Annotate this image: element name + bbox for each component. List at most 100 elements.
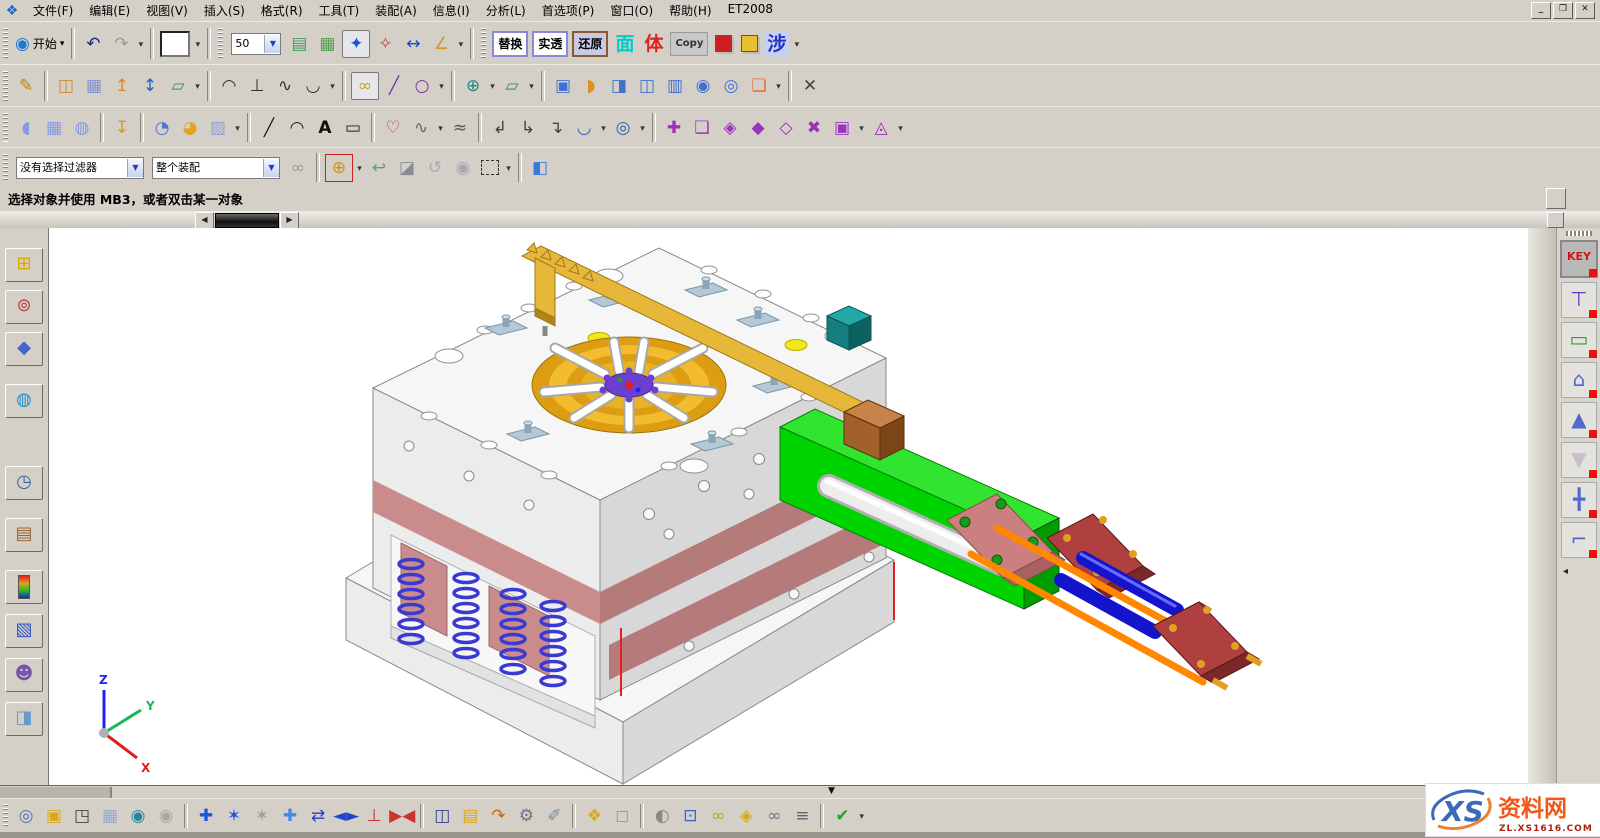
overflow-arrow-icon[interactable]: ▾	[856, 803, 867, 829]
relations-browser-icon[interactable]: ∞	[761, 803, 787, 829]
pull-face-icon[interactable]: ❏	[689, 115, 715, 141]
boss-icon[interactable]: ◎	[718, 73, 744, 99]
move-component-icon[interactable]: ⇄	[305, 803, 331, 829]
offset-surface-icon[interactable]: ↧	[109, 115, 135, 141]
line-icon[interactable]: ╱	[381, 73, 407, 99]
mirror-assembly-icon[interactable]: ▶◀	[389, 803, 415, 829]
interpart-link-icon[interactable]: ∞	[705, 803, 731, 829]
stretch-sheet-icon[interactable]: ↕	[137, 73, 163, 99]
menu-analysis[interactable]: 分析(L)	[478, 0, 534, 21]
overflow-arrow-icon[interactable]: ▾	[487, 73, 498, 99]
overflow-arrow-icon[interactable]: ▾	[791, 31, 802, 57]
menu-preferences[interactable]: 首选项(P)	[534, 0, 603, 21]
menu-view[interactable]: 视图(V)	[138, 0, 196, 21]
through-mesh-icon[interactable]: ▦	[41, 115, 67, 141]
teal-switch-block[interactable]	[827, 306, 871, 350]
rectangle-icon[interactable]: ▭	[340, 115, 366, 141]
scroll-corner-box[interactable]	[1547, 212, 1564, 228]
add-component-icon[interactable]: ✚	[193, 803, 219, 829]
work-layer-combo[interactable]: 50▼	[231, 33, 281, 55]
ruled-surface-icon[interactable]: ◖	[13, 115, 39, 141]
view-scroll-thumb[interactable]	[215, 213, 279, 228]
deformable-part-icon[interactable]: ✔	[829, 803, 855, 829]
find-component-gray-icon[interactable]: ◉	[450, 155, 476, 181]
datum-plane-icon[interactable]: ▱	[165, 73, 191, 99]
overflow-arrow-icon[interactable]: ▾	[135, 31, 146, 57]
section-curve-icon[interactable]: ◡	[571, 115, 597, 141]
menu-et2008[interactable]: ET2008	[720, 0, 781, 21]
offset-region-icon[interactable]: ◈	[717, 115, 743, 141]
face-button[interactable]: 面	[612, 31, 637, 57]
menu-format[interactable]: 格式(R)	[253, 0, 311, 21]
block-icon[interactable]: ▣	[550, 73, 576, 99]
boolean-icon[interactable]: ⊕	[460, 73, 486, 99]
view-scroll-left-button[interactable]: ◀	[195, 212, 214, 229]
view-scroll-right-button[interactable]: ▶	[280, 212, 299, 229]
mirror-body-icon[interactable]: ◫	[53, 73, 79, 99]
snapshot-disabled-icon[interactable]: ◉	[153, 803, 179, 829]
component-snapshot-icon[interactable]: ◉	[125, 803, 151, 829]
swept-icon[interactable]: ◗	[578, 73, 604, 99]
combo-dropdown-icon[interactable]: ▼	[263, 159, 279, 177]
overflow-arrow-icon[interactable]: ▾	[637, 115, 648, 141]
menu-window[interactable]: 窗口(O)	[602, 0, 661, 21]
combo-dropdown-icon[interactable]: ▼	[127, 159, 143, 177]
overflow-arrow-icon[interactable]: ▾	[598, 115, 609, 141]
link-part-template-tile[interactable]: ▭	[1561, 322, 1597, 358]
overflow-arrow-icon[interactable]: ▾	[192, 73, 203, 99]
roles-tab[interactable]: ☻	[5, 658, 43, 692]
overflow-arrow-icon[interactable]: ▾	[435, 115, 446, 141]
undo-button[interactable]: ↶	[80, 31, 106, 57]
wireframe-red-cube-icon[interactable]	[710, 31, 736, 57]
history-tab[interactable]: ◷	[5, 466, 43, 500]
start-menu-button[interactable]: ◉开始▾	[15, 34, 64, 54]
rectangle-select-icon[interactable]	[477, 155, 503, 181]
viewport-3d[interactable]: Z Y X	[49, 228, 1529, 785]
undo-selection-icon[interactable]: ↩	[366, 155, 392, 181]
interpart-link-gray-icon[interactable]: ∞	[285, 155, 311, 181]
explode-assembly-icon[interactable]: ❖	[581, 803, 607, 829]
swoop-surface-icon[interactable]: ◔	[149, 115, 175, 141]
visualization-tab[interactable]	[5, 570, 43, 604]
arc-icon[interactable]: ◠	[284, 115, 310, 141]
layer-settings-icon[interactable]: ▤	[286, 31, 312, 57]
overflow-arrow-icon[interactable]: ▾	[192, 31, 203, 57]
sketch-icon[interactable]: ✎	[13, 73, 39, 99]
overflow-arrow-icon[interactable]: ▾	[773, 73, 784, 99]
measure-angle-icon[interactable]: ∠	[428, 31, 454, 57]
make-unique-icon[interactable]: ⚙	[513, 803, 539, 829]
selection-filter-combo[interactable]: 没有选择过滤器▼	[16, 157, 144, 179]
helix-icon[interactable]: ≈	[447, 115, 473, 141]
close-button[interactable]: ✕	[1575, 2, 1595, 19]
palette-tab[interactable]: ▤	[5, 518, 43, 552]
key-template-tile[interactable]: KEY	[1560, 240, 1598, 278]
menu-tools[interactable]: 工具(T)	[311, 0, 368, 21]
move-face-icon[interactable]: ✚	[661, 115, 687, 141]
isolate-component-icon[interactable]: ⊡	[677, 803, 703, 829]
overflow-arrow-icon[interactable]: ▾	[327, 73, 338, 99]
move-to-layer-icon[interactable]: ▦	[314, 31, 340, 57]
snap-point-icon[interactable]: ⊕	[325, 154, 353, 182]
resize-face-icon[interactable]: ◇	[773, 115, 799, 141]
chain-select-icon[interactable]: ∞	[351, 72, 379, 100]
sheet-mesh-icon[interactable]: ▦	[81, 73, 107, 99]
measure-distance-icon[interactable]: ↔	[400, 31, 426, 57]
wave-geometry-icon[interactable]: ◈	[733, 803, 759, 829]
combo-dropdown-icon[interactable]: ▼	[264, 35, 280, 53]
overflow-arrow-icon[interactable]: ▾	[354, 155, 365, 181]
assembly-navigator-tab[interactable]: ⊞	[5, 248, 43, 282]
app-icon[interactable]: ❖	[3, 3, 21, 19]
arrangements-icon[interactable]: ▤	[457, 803, 483, 829]
find-component-icon[interactable]: ◎	[13, 803, 39, 829]
replace-component-icon[interactable]: ↷	[485, 803, 511, 829]
orient-csys-icon[interactable]: ✦	[342, 30, 370, 58]
wrap-curve-icon[interactable]: ◎	[610, 115, 636, 141]
collapse-arrow-icon[interactable]: ▼	[828, 786, 835, 796]
menu-information[interactable]: 信息(I)	[425, 0, 478, 21]
xform-icon[interactable]: ✕	[797, 73, 823, 99]
visual-effects-tab[interactable]: ▧	[5, 614, 43, 648]
t-part-template-tile[interactable]: ⊤	[1561, 282, 1597, 318]
constraint-icon[interactable]: ⊥	[361, 803, 387, 829]
shaded-view-icon[interactable]: ◧	[527, 155, 553, 181]
divide-curve-icon[interactable]: ⊥	[244, 73, 270, 99]
